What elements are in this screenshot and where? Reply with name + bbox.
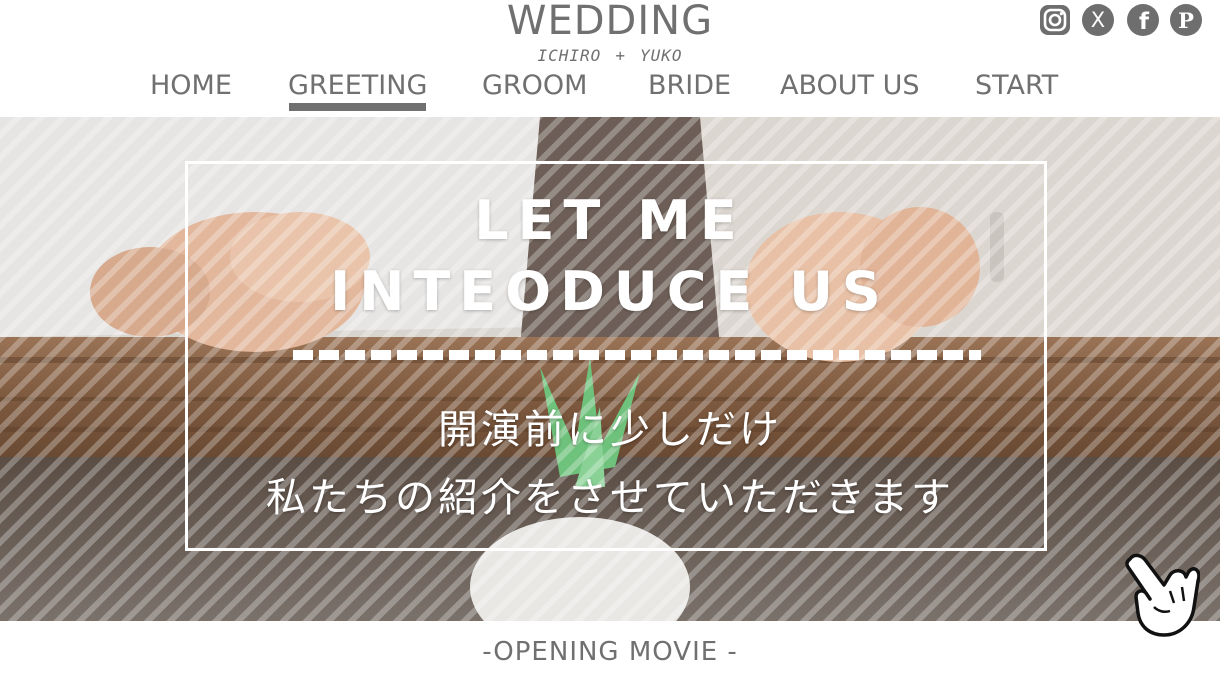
x-icon[interactable]: X [1081, 3, 1115, 37]
couple-names: ICHIRO + YUKO [0, 46, 1220, 65]
nav-home[interactable]: HOME [150, 66, 232, 106]
pointing-hand-icon[interactable] [1124, 551, 1201, 639]
hero-title-line-2: INTEODUCE US [330, 260, 890, 323]
nav-bride[interactable]: BRIDE [648, 66, 731, 106]
name-separator: + [615, 46, 626, 65]
active-nav-indicator [289, 103, 426, 111]
x-glyph: X [1091, 8, 1105, 32]
nav-start[interactable]: START [975, 66, 1058, 106]
pinterest-icon[interactable]: P [1169, 3, 1203, 37]
hero-jp-line-2: 私たちの紹介をさせていただきます [266, 475, 954, 521]
facebook-icon[interactable]: f [1126, 3, 1160, 37]
bride-name: YUKO [639, 46, 683, 65]
hero-title-line-1: LET ME [474, 189, 746, 252]
main-nav: HOME GREETING GROOM BRIDE ABOUT US START [0, 66, 1220, 114]
pinterest-glyph: P [1178, 8, 1194, 33]
hero-banner: LET ME INTEODUCE US 開演前に少しだけ 私たちの紹介をさせてい… [0, 117, 1220, 621]
nav-groom[interactable]: GROOM [482, 66, 587, 106]
opening-movie-heading: -OPENING MOVIE - [482, 637, 738, 667]
site-header: WEDDING ICHIRO + YUKO HOME GREETING GROOM … [0, 0, 1220, 117]
hero-jp-line-1: 開演前に少しだけ [438, 407, 782, 453]
nav-about-us[interactable]: ABOUT US [780, 66, 920, 106]
nav-greeting[interactable]: GREETING [288, 66, 427, 106]
facebook-glyph: f [1139, 9, 1150, 35]
instagram-icon[interactable] [1038, 3, 1072, 37]
dashed-divider [293, 350, 981, 360]
site-title[interactable]: WEDDING [0, 0, 1220, 44]
groom-name: ICHIRO [537, 46, 602, 65]
